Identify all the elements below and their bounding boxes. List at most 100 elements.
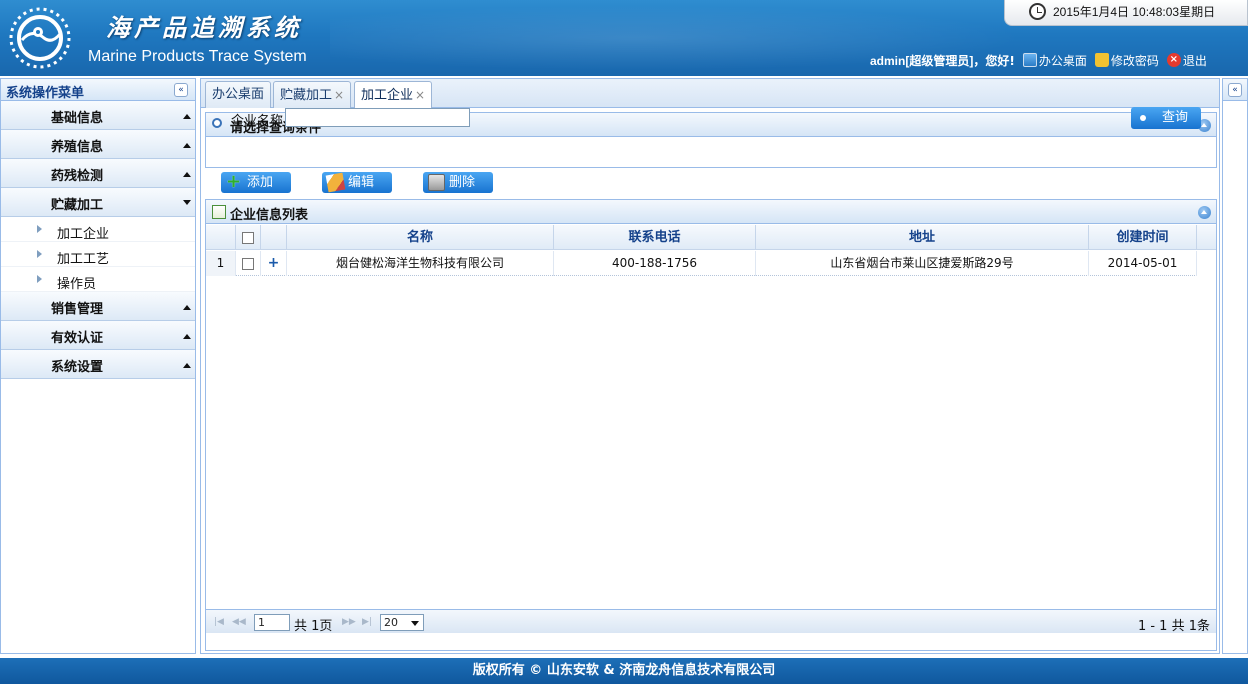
close-icon[interactable]: × (334, 88, 344, 102)
select-all-header (236, 225, 261, 250)
expand-header (261, 225, 287, 250)
row-expand-cell: + (261, 251, 287, 276)
row-number: 1 (206, 251, 236, 276)
chevron-up-icon (183, 172, 191, 177)
cell-created: 2014-05-01 (1089, 251, 1197, 276)
sidebar-section-label: 基础信息 (50, 111, 103, 126)
add-button[interactable]: + 添加 (221, 172, 291, 193)
tab-processing-company[interactable]: 加工企业 × (354, 81, 433, 109)
sidebar-section-label: 养殖信息 (50, 140, 103, 155)
triangle-right-icon (37, 275, 42, 283)
first-page-icon[interactable]: |◀ (214, 618, 224, 627)
collapse-panel-icon[interactable] (1198, 206, 1211, 219)
tab-label: 办公桌面 (212, 87, 265, 102)
table-header: 名称 联系电话 地址 创建时间 (206, 225, 1216, 250)
desktop-link[interactable]: 办公桌面 (1022, 52, 1087, 69)
header-banner: 海产品追溯系统 Marine Products Trace System 201… (0, 0, 1248, 76)
search-button[interactable]: 查询 (1131, 107, 1201, 129)
chevron-up-icon (183, 305, 191, 310)
sidebar-item-processing-company[interactable]: 加工企业 (1, 217, 195, 242)
edit-button-label: 编辑 (348, 175, 375, 190)
table-row[interactable]: 1 + 烟台健松海洋生物科技有限公司 400-188-1756 山东省烟台市莱山… (206, 251, 1197, 276)
triangle-right-icon (37, 225, 42, 233)
desktop-icon (1022, 53, 1037, 67)
footer-copyright: 版权所有 © 山东安软 & 济南龙舟信息技术有限公司 (0, 658, 1248, 684)
sidebar: 系统操作菜单 « 基础信息 养殖信息 药残检测 贮藏加工 加工企业 加工工艺 操… (0, 78, 196, 654)
trash-icon (428, 174, 445, 191)
pagination-bar: |◀ ◀◀ 1 共 1页 ▶▶ ▶| 20 1 - 1 共 1条 (206, 609, 1216, 634)
sidebar-item-operator[interactable]: 操作员 (1, 267, 195, 292)
chevron-up-icon (183, 334, 191, 339)
current-user: admin[超级管理员]， (870, 53, 986, 68)
sidebar-section-certification[interactable]: 有效认证 (1, 321, 195, 350)
pencil-icon (325, 172, 346, 193)
company-name-input[interactable] (285, 108, 470, 127)
search-icon (212, 118, 222, 128)
sidebar-section-residue-test[interactable]: 药残检测 (1, 159, 195, 188)
row-checkbox[interactable] (242, 257, 254, 270)
sidebar-section-label: 有效认证 (50, 331, 103, 346)
clock-icon (1029, 3, 1046, 20)
next-page-icon[interactable]: ▶▶ (342, 618, 356, 627)
total-pages: 共 1页 (294, 619, 333, 634)
add-button-label: 添加 (247, 175, 274, 190)
plus-icon: + (226, 171, 242, 192)
list-panel-title: 企业信息列表 (230, 208, 309, 223)
sidebar-section-sales[interactable]: 销售管理 (1, 292, 195, 321)
sidebar-item-label: 操作员 (57, 277, 97, 292)
tab-label: 加工企业 (361, 88, 414, 103)
app-title-english: Marine Products Trace System (88, 48, 307, 65)
tab-storage-processing[interactable]: 贮藏加工 × (273, 81, 352, 108)
tab-office-desktop[interactable]: 办公桌面 (205, 81, 272, 108)
cell-address: 山东省烟台市莱山区捷爱斯路29号 (756, 251, 1089, 276)
row-number-header (206, 225, 236, 250)
edit-button[interactable]: 编辑 (322, 172, 392, 193)
sidebar-section-label: 贮藏加工 (50, 198, 103, 213)
chevron-down-icon (183, 200, 191, 205)
right-region-header: « (1223, 79, 1247, 101)
double-chevron-right-icon[interactable]: « (1228, 83, 1242, 97)
main-content: 办公桌面 贮藏加工 × 加工企业 × 请选择查询条件 企业名称 查询 + 添加 … (200, 78, 1220, 654)
sidebar-section-label: 系统设置 (50, 360, 103, 375)
close-icon: × (1166, 53, 1181, 67)
greeting: 您好! (985, 53, 1015, 68)
logout-link[interactable]: × 退出 (1166, 52, 1207, 69)
previous-page-icon[interactable]: ◀◀ (232, 618, 246, 627)
sidebar-section-label: 药残检测 (50, 169, 103, 184)
list-panel-header: 企业信息列表 (206, 200, 1216, 224)
row-checkbox-cell (236, 251, 261, 276)
double-chevron-left-icon[interactable]: « (174, 83, 188, 97)
cell-phone: 400-188-1756 (554, 251, 756, 276)
search-button-label: 查询 (1162, 110, 1189, 125)
sidebar-item-label: 加工企业 (57, 227, 110, 242)
sidebar-section-system-settings[interactable]: 系统设置 (1, 350, 195, 379)
expand-icon[interactable]: + (268, 255, 280, 271)
search-button-dot-icon (1140, 115, 1146, 121)
column-header-address[interactable]: 地址 (756, 225, 1089, 250)
delete-button[interactable]: 删除 (423, 172, 493, 193)
sidebar-section-storage-processing[interactable]: 贮藏加工 (1, 188, 195, 217)
change-password-link[interactable]: 修改密码 (1094, 52, 1159, 69)
chevron-up-icon (183, 143, 191, 148)
sidebar-section-farming-info[interactable]: 养殖信息 (1, 130, 195, 159)
sidebar-section-basic-info[interactable]: 基础信息 (1, 101, 195, 130)
company-list-panel: 企业信息列表 名称 联系电话 地址 创建时间 1 + 烟台健松海洋生物科技有限公… (205, 199, 1217, 651)
last-page-icon[interactable]: ▶| (362, 618, 372, 627)
column-header-phone[interactable]: 联系电话 (554, 225, 756, 250)
desktop-link-label: 办公桌面 (1038, 53, 1087, 68)
close-icon[interactable]: × (415, 88, 425, 102)
page-number-input[interactable]: 1 (254, 614, 290, 631)
sidebar-item-processing-technique[interactable]: 加工工艺 (1, 242, 195, 267)
column-header-name[interactable]: 名称 (287, 225, 554, 250)
datetime-display: 2015年1月4日 10:48:03星期日 (1004, 0, 1248, 26)
page-size-select[interactable]: 20 (380, 614, 424, 631)
tab-label: 贮藏加工 (280, 88, 333, 103)
user-bar: admin[超级管理员]， 您好! 办公桌面 修改密码 × 退出 (870, 50, 1213, 70)
table-icon (212, 205, 226, 219)
column-header-created[interactable]: 创建时间 (1089, 225, 1197, 250)
cell-name: 烟台健松海洋生物科技有限公司 (287, 251, 554, 276)
logo-icon (9, 7, 71, 69)
datetime-text: 2015年1月4日 10:48:03星期日 (1053, 5, 1216, 19)
app-title-chinese: 海产品追溯系统 (106, 13, 302, 42)
select-all-checkbox[interactable] (242, 231, 254, 244)
